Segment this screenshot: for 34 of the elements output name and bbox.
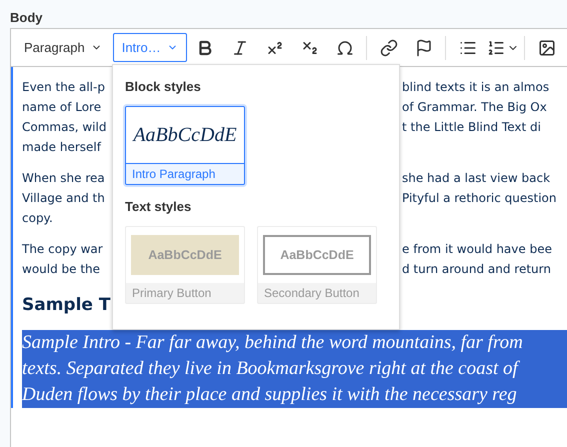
style-option[interactable]: AaBbCcDdE Secondary Button [257, 226, 377, 304]
paragraph-text: Pityful a rethoric question [402, 190, 558, 207]
paragraph-text: The copy war [22, 241, 104, 258]
paragraph-text: e from it would have bee [402, 241, 553, 258]
paragraph-text: blind texts it is an almos [402, 79, 550, 96]
paragraph-text: she had a last view back [402, 170, 552, 187]
paragraph-text: Even the all-p [22, 79, 106, 96]
field-label: Body [10, 10, 44, 27]
style-preview: AaBbCcDdE [263, 235, 371, 275]
paragraph-text: copy. [22, 210, 54, 227]
style-dropdown[interactable]: Intro… [112, 33, 187, 62]
paragraph-text: name of Lore [22, 99, 102, 116]
style-preview: AaBbCcDdE [131, 235, 239, 275]
style-name: Intro Paragraph [126, 163, 244, 184]
style-option[interactable]: AaBbCcDdE Intro Paragraph [125, 106, 245, 185]
paragraph-text: Village and th [22, 190, 106, 207]
style-preview: AaBbCcDdE [133, 124, 237, 146]
paragraph-text: made herself [22, 139, 102, 156]
heading-text: Sample T [22, 294, 110, 317]
paragraph-text: would be the [22, 261, 102, 278]
link-icon [380, 38, 398, 56]
omega-icon [336, 38, 354, 56]
style-option[interactable]: AaBbCcDdE Primary Button [125, 226, 245, 304]
paragraph-text: When she rea [22, 170, 106, 187]
paragraph-text: of Grammar. The Big Ox [402, 99, 548, 116]
paragraph-text: d turn around and return [402, 261, 552, 278]
section-title: Text styles [125, 199, 192, 214]
selected-intro-text: Sample Intro - Far far away, behind the word mountains, far from texts. Separated they live in Bookmarksgrove right at the coast of Duden flows by their place and supplies it with the necessary reg [22, 330, 567, 408]
image-icon [538, 38, 556, 56]
flag-icon [414, 38, 433, 56]
numbered-list-icon [486, 38, 505, 56]
paragraph-text: t the Little Blind Text di [402, 119, 542, 136]
section-title: Block styles [125, 79, 202, 94]
paragraph-text: Commas, wild [22, 119, 108, 136]
